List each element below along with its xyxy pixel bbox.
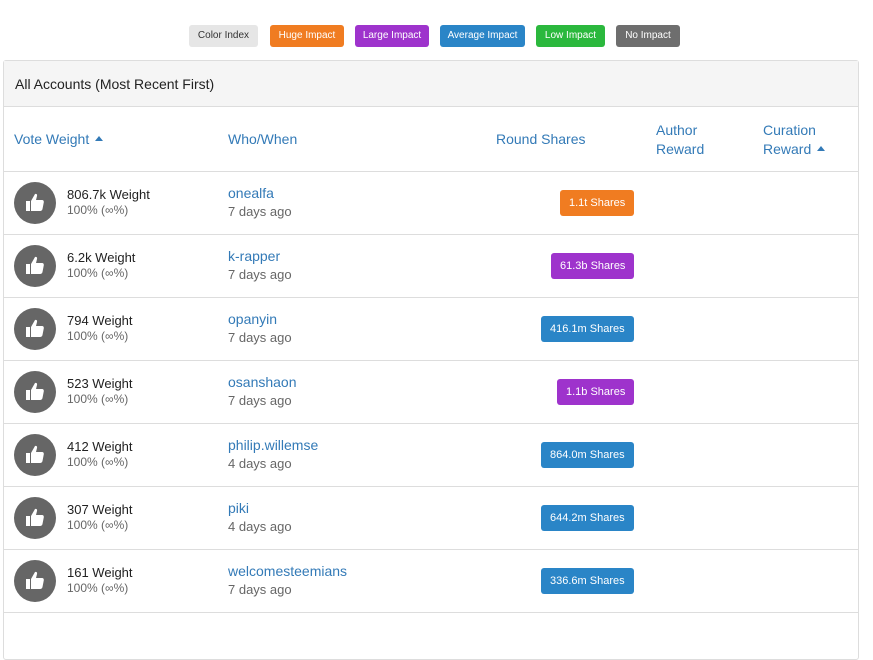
vote-row: 307 Weight 100% (∞%) piki 4 days ago 644… <box>4 487 858 550</box>
voter-link[interactable]: k-rapper <box>228 248 280 264</box>
thumbs-up-icon <box>26 319 44 337</box>
round-shares-badge: 864.0m Shares <box>541 442 634 468</box>
vote-time: 7 days ago <box>228 330 292 345</box>
voter-link[interactable]: piki <box>228 500 249 516</box>
vote-row: 523 Weight 100% (∞%) osanshaon 7 days ag… <box>4 361 858 424</box>
round-shares-badge: 61.3b Shares <box>551 253 635 279</box>
voter-link[interactable]: osanshaon <box>228 374 297 390</box>
avatar <box>14 434 56 476</box>
accounts-panel: All Accounts (Most Recent First) Vote We… <box>3 60 859 660</box>
legend-large-impact: Large Impact <box>355 25 429 47</box>
thumbs-up-icon <box>26 193 44 211</box>
panel-title: All Accounts (Most Recent First) <box>4 61 858 107</box>
col-vote-weight-label: Vote Weight <box>14 131 90 147</box>
vote-rows: 806.7k Weight 100% (∞%) onealfa 7 days a… <box>4 172 858 613</box>
col-author-reward-label-2: Reward <box>656 141 705 157</box>
col-curation-reward[interactable]: Curation Reward <box>763 121 826 159</box>
vote-time: 7 days ago <box>228 204 292 219</box>
vote-time: 7 days ago <box>228 582 292 597</box>
legend-no-impact: No Impact <box>616 25 680 47</box>
vote-row: 412 Weight 100% (∞%) philip.willemse 4 d… <box>4 424 858 487</box>
thumbs-up-icon <box>26 571 44 589</box>
round-shares-badge: 1.1t Shares <box>560 190 635 216</box>
avatar <box>14 560 56 602</box>
thumbs-up-icon <box>26 382 44 400</box>
vote-weight: 806.7k Weight <box>67 187 150 202</box>
avatar <box>14 182 56 224</box>
vote-weight: 794 Weight <box>67 313 133 328</box>
col-vote-weight[interactable]: Vote Weight <box>14 130 104 149</box>
vote-time: 4 days ago <box>228 519 292 534</box>
avatar <box>14 245 56 287</box>
voter-link[interactable]: welcomesteemians <box>228 563 347 579</box>
impact-legend: Color Index Huge Impact Large Impact Ave… <box>0 25 873 47</box>
legend-low-impact: Low Impact <box>536 25 605 47</box>
col-round-shares[interactable]: Round Shares <box>496 130 586 149</box>
vote-percent: 100% (∞%) <box>67 581 129 595</box>
thumbs-up-icon <box>26 445 44 463</box>
col-author-reward[interactable]: Author Reward <box>656 121 704 159</box>
vote-row: 161 Weight 100% (∞%) welcomesteemians 7 … <box>4 550 858 613</box>
thumbs-up-icon <box>26 256 44 274</box>
col-curation-reward-label-2: Reward <box>763 141 812 157</box>
table-header: Vote Weight Who/When Round Shares Author… <box>4 107 858 172</box>
voter-link[interactable]: opanyin <box>228 311 277 327</box>
vote-percent: 100% (∞%) <box>67 329 129 343</box>
vote-percent: 100% (∞%) <box>67 392 129 406</box>
round-shares-badge: 644.2m Shares <box>541 505 634 531</box>
vote-weight: 6.2k Weight <box>67 250 136 265</box>
vote-percent: 100% (∞%) <box>67 266 129 280</box>
caret-up-icon <box>817 145 826 151</box>
avatar <box>14 371 56 413</box>
col-author-reward-label-1: Author <box>656 122 698 138</box>
avatar <box>14 497 56 539</box>
caret-up-icon <box>95 135 104 141</box>
col-who-when[interactable]: Who/When <box>228 130 297 149</box>
vote-weight: 307 Weight <box>67 502 133 517</box>
vote-time: 7 days ago <box>228 393 292 408</box>
vote-row: 6.2k Weight 100% (∞%) k-rapper 7 days ag… <box>4 235 858 298</box>
vote-time: 7 days ago <box>228 267 292 282</box>
legend-average-impact: Average Impact <box>440 25 525 47</box>
vote-row: 806.7k Weight 100% (∞%) onealfa 7 days a… <box>4 172 858 235</box>
vote-percent: 100% (∞%) <box>67 203 129 217</box>
vote-percent: 100% (∞%) <box>67 455 129 469</box>
col-curation-reward-label-1: Curation <box>763 122 816 138</box>
thumbs-up-icon <box>26 508 44 526</box>
round-shares-badge: 1.1b Shares <box>557 379 635 405</box>
vote-weight: 523 Weight <box>67 376 133 391</box>
vote-weight: 412 Weight <box>67 439 133 454</box>
legend-huge-impact: Huge Impact <box>270 25 344 47</box>
vote-weight: 161 Weight <box>67 565 133 580</box>
voter-link[interactable]: philip.willemse <box>228 437 318 453</box>
legend-color-index: Color Index <box>189 25 258 47</box>
voter-link[interactable]: onealfa <box>228 185 274 201</box>
round-shares-badge: 336.6m Shares <box>541 568 634 594</box>
col-round-shares-label: Round Shares <box>496 131 586 147</box>
vote-percent: 100% (∞%) <box>67 518 129 532</box>
avatar <box>14 308 56 350</box>
round-shares-badge: 416.1m Shares <box>541 316 634 342</box>
vote-row: 794 Weight 100% (∞%) opanyin 7 days ago … <box>4 298 858 361</box>
col-who-when-label: Who/When <box>228 131 298 147</box>
vote-time: 4 days ago <box>228 456 292 471</box>
